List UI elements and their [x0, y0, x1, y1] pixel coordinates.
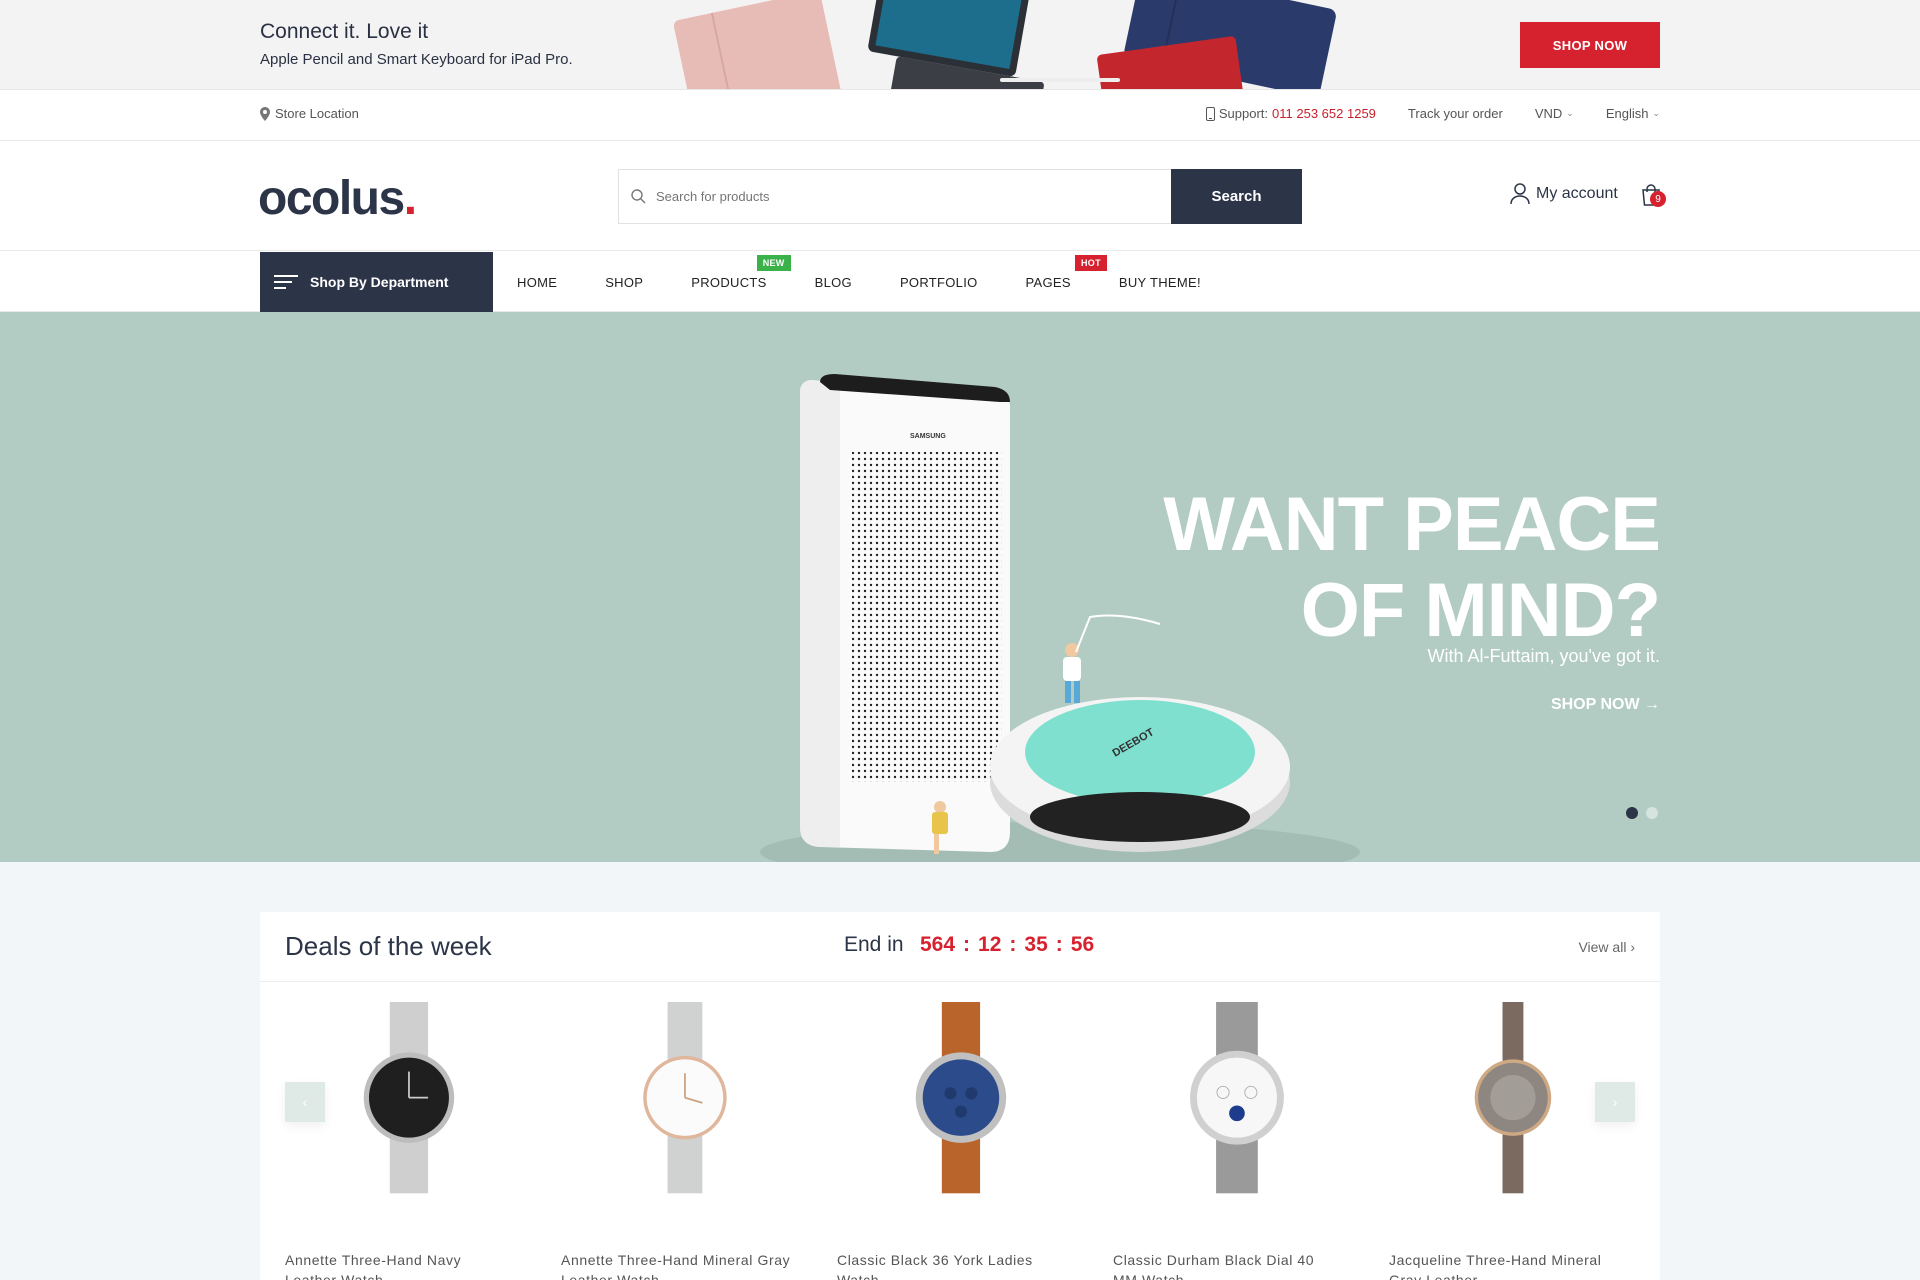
slider-pagination	[1626, 807, 1658, 819]
store-location-link[interactable]: Store Location	[260, 106, 359, 121]
product-name: Annette Three-Hand Navy Leather Watch	[285, 1252, 462, 1280]
view-all-link[interactable]: View all ›	[1578, 939, 1635, 955]
store-location-label: Store Location	[275, 106, 359, 121]
nav-item-label: SHOP	[605, 274, 644, 290]
countdown-minutes: 35	[1024, 933, 1048, 956]
hero-title-line: WANT PEACE	[1163, 482, 1661, 567]
nav-item-label: BLOG	[814, 274, 852, 290]
top-bar: Store Location Support: 011 253 652 1259…	[0, 90, 1920, 141]
main-nav: Shop By Department HOME SHOP PRODUCTS NEW…	[0, 252, 1920, 312]
hero-title-line: OF MIND?	[1300, 568, 1661, 653]
chevron-right-icon: ›	[1612, 1094, 1618, 1110]
countdown-seconds: 56	[1070, 933, 1095, 956]
promo-subtitle: Apple Pencil and Smart Keyboard for iPad…	[260, 51, 573, 68]
carousel-prev-button[interactable]: ‹	[285, 1082, 325, 1122]
hero-title: WANT PEACE OF MIND?	[1163, 482, 1661, 654]
product-name: Jacqueline Three-Hand Mineral Gray Leath…	[1389, 1252, 1602, 1280]
my-account-label: My account	[1536, 185, 1618, 202]
carousel-next-button[interactable]: ›	[1595, 1082, 1635, 1122]
nav-item-shop[interactable]: SHOP	[581, 252, 667, 312]
product-carousel: Annette Three-Hand Navy Leather Watch An…	[260, 982, 1660, 1280]
track-order-link[interactable]: Track your order	[1408, 106, 1503, 121]
nav-item-label: PAGES	[1025, 274, 1071, 290]
product-image-watch	[363, 1002, 455, 1194]
ipad-accessories-image	[673, 0, 1336, 89]
nav-item-label: PORTFOLIO	[899, 274, 978, 290]
countdown-days: 564	[920, 933, 956, 956]
nav-item-products[interactable]: PRODUCTS NEW	[667, 252, 791, 312]
new-badge: NEW	[756, 255, 791, 271]
chevron-left-icon: ‹	[302, 1094, 308, 1110]
countdown-separator: :	[963, 933, 971, 956]
nav-item-label: BUY THEME!	[1118, 274, 1201, 290]
promo-title: Connect it. Love it	[260, 20, 429, 43]
nav-item-pages[interactable]: PAGES HOT	[1002, 252, 1107, 312]
currency-value: VND	[1534, 106, 1563, 121]
language-selector[interactable]: English ⌄	[1606, 106, 1660, 121]
logo-dot: .	[403, 172, 417, 225]
view-all-label: View all	[1578, 939, 1627, 955]
currency-selector[interactable]: VND ⌄	[1535, 106, 1574, 121]
product-name: Classic Black 36 York Ladies Watch	[837, 1252, 1033, 1280]
nav-item-blog[interactable]: BLOG	[791, 252, 876, 312]
chevron-right-icon: ›	[1630, 939, 1635, 955]
product-name: Classic Durham Black Dial 40 MM Watch	[1113, 1252, 1315, 1280]
promo-banner: Connect it. Love it Apple Pencil and Sma…	[0, 0, 1920, 90]
my-account-link[interactable]: My account	[1510, 183, 1618, 205]
countdown-separator: :	[1009, 933, 1017, 956]
nav-item-home[interactable]: HOME	[493, 252, 581, 312]
hero-subtitle: With Al-Futtaim, you've got it.	[1427, 646, 1660, 666]
support-info: Support: 011 253 652 1259	[1205, 106, 1376, 121]
shop-by-department-button[interactable]: Shop By Department	[260, 252, 493, 312]
countdown-separator: :	[1055, 933, 1063, 956]
hero-shop-now-link[interactable]: SHOP NOW →	[1551, 696, 1660, 714]
samsung-brand-text: SAMSUNG	[910, 433, 946, 440]
countdown-hours: 12	[978, 933, 1002, 956]
search-input[interactable]	[656, 189, 1136, 204]
site-logo[interactable]: ocolus.	[258, 171, 417, 226]
slider-dot[interactable]	[1626, 807, 1638, 819]
deals-header: Deals of the week End in 564 : 12 : 35 :…	[260, 912, 1660, 982]
product-image-watch	[1190, 1002, 1284, 1194]
nav-item-buy-theme[interactable]: BUY THEME!	[1095, 252, 1225, 312]
promo-shop-now-button[interactable]: SHOP NOW	[1520, 22, 1660, 68]
end-in-label: End in	[844, 933, 904, 956]
nav-item-portfolio[interactable]: PORTFOLIO	[876, 252, 1002, 312]
support-phone[interactable]: 011 253 652 1259	[1272, 106, 1376, 121]
slider-dot[interactable]	[1646, 807, 1658, 819]
logo-text: ocolus	[258, 172, 405, 225]
deals-title: Deals of the week	[285, 931, 492, 961]
chevron-down-icon: ⌄	[1652, 108, 1660, 118]
search-bar	[618, 169, 1172, 224]
product-image-watch	[915, 1002, 1007, 1194]
language-value: English	[1605, 106, 1649, 121]
user-icon	[1510, 183, 1530, 205]
nav-item-label: PRODUCTS	[691, 274, 767, 290]
deals-of-the-week: Deals of the week End in 564 : 12 : 35 :…	[260, 912, 1660, 1280]
search-icon	[631, 189, 646, 204]
product-image-watch	[643, 1002, 727, 1194]
search-button[interactable]: Search	[1171, 169, 1302, 224]
location-pin-icon	[260, 106, 270, 121]
department-label: Shop By Department	[310, 274, 449, 290]
support-label: Support:	[1218, 106, 1269, 121]
phone-icon	[1205, 106, 1215, 121]
hero-slider: SAMSUNG DEEBOT WANT PEACE OF MIND? With …	[0, 312, 1920, 862]
countdown-timer: 564 : 12 : 35 : 56	[920, 933, 1094, 957]
product-name: Annette Three-Hand Mineral Gray Leather …	[561, 1252, 791, 1280]
nav-item-label: HOME	[517, 274, 558, 290]
hamburger-menu-icon	[274, 275, 298, 289]
chevron-down-icon: ⌄	[1566, 108, 1574, 118]
cart-count-badge: 9	[1650, 191, 1666, 207]
site-header: ocolus. Search My account 9	[0, 141, 1920, 251]
